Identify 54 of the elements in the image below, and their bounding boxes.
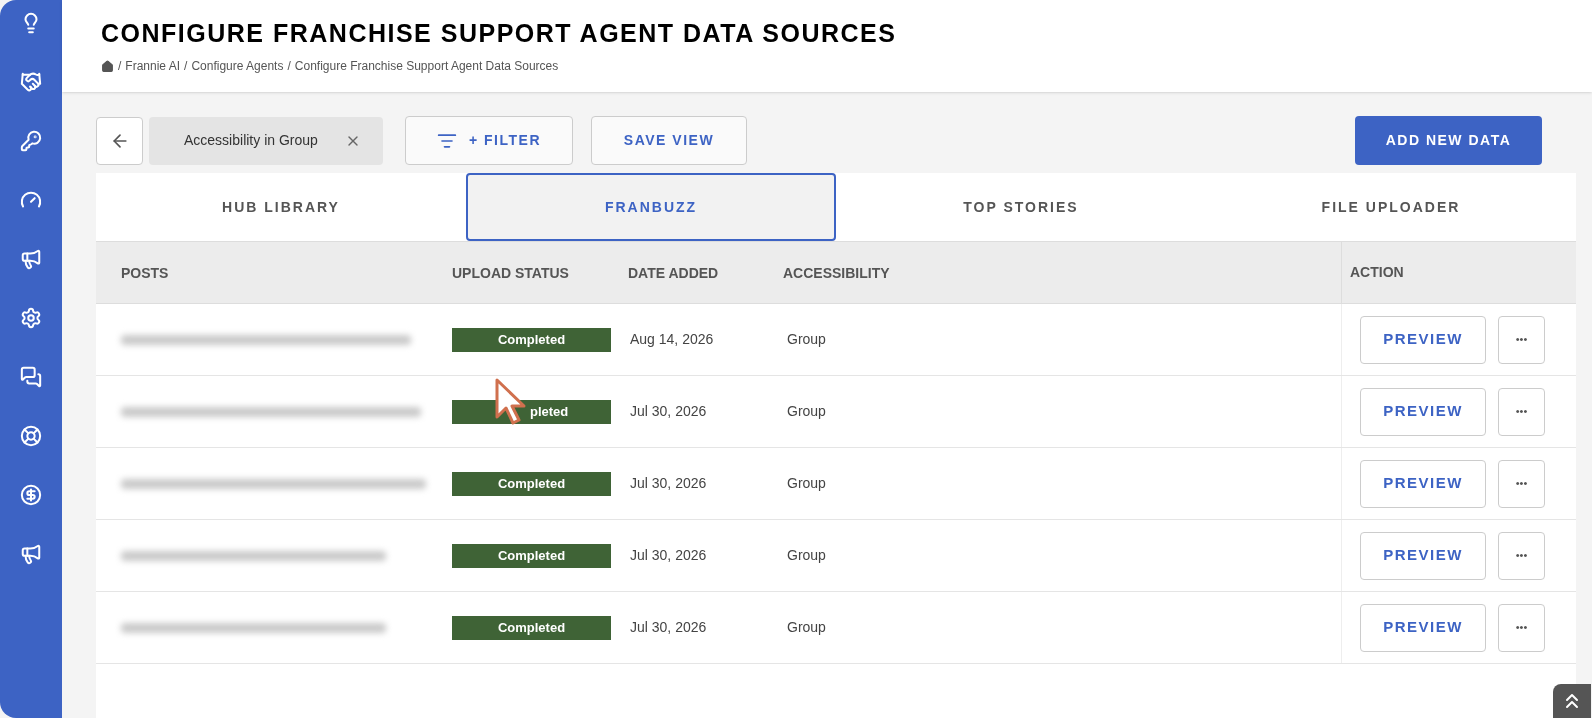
add-new-data-button[interactable]: ADD NEW DATA	[1355, 116, 1542, 165]
key-icon[interactable]	[20, 130, 42, 152]
megaphone-icon[interactable]	[20, 248, 42, 270]
status-badge: Completed	[452, 472, 611, 496]
date-cell-text: Jul 30, 2026	[629, 546, 707, 565]
column-header: ACCESSIBILITY	[783, 264, 890, 281]
tab[interactable]: HUB LIBRARY	[96, 173, 466, 241]
column-header: DATE ADDED	[628, 264, 719, 281]
preview-button[interactable]: PREVIEW	[1360, 387, 1486, 436]
status-badge: Completed	[452, 616, 611, 640]
accessibility-cell-text: Group	[786, 618, 826, 637]
status-badge: Completed	[452, 544, 611, 568]
tab[interactable]: TOP STORIES	[836, 173, 1206, 241]
filter-chip-label: Accessibility in Group	[184, 131, 318, 150]
page-title: CONFIGURE FRANCHISE SUPPORT AGENT DATA SOURCES	[101, 18, 898, 49]
column-header: ACTION	[1350, 263, 1404, 282]
tab[interactable]: FRANBUZZ	[466, 173, 836, 241]
more-button[interactable]: •••	[1498, 531, 1545, 580]
preview-button[interactable]: PREVIEW	[1360, 603, 1486, 652]
date-cell-text: Aug 14, 2026	[629, 330, 714, 349]
accessibility-cell-text: Group	[786, 330, 826, 349]
megaphone-icon[interactable]	[20, 543, 42, 565]
filter-button[interactable]: + FILTER	[405, 116, 573, 165]
more-button[interactable]: •••	[1498, 459, 1545, 508]
more-button[interactable]: •••	[1498, 603, 1545, 652]
breadcrumb-link[interactable]: Configure Agents	[191, 57, 284, 76]
back-button[interactable]	[96, 116, 143, 165]
tab[interactable]: FILE UPLOADER	[1206, 173, 1576, 241]
breadcrumb-separator: /	[184, 58, 188, 76]
more-button[interactable]: •••	[1498, 387, 1545, 436]
save-view-button[interactable]: SAVE VIEW	[591, 116, 747, 165]
home-icon[interactable]	[101, 59, 114, 73]
accessibility-cell-text: Group	[786, 546, 826, 565]
date-cell-text: Jul 30, 2026	[629, 402, 707, 421]
preview-button[interactable]: PREVIEW	[1360, 531, 1486, 580]
breadcrumb-link[interactable]: Frannie AI	[125, 57, 181, 76]
status-badge: Completed	[452, 328, 611, 352]
gear-icon[interactable]	[20, 307, 42, 329]
handshake-icon[interactable]	[20, 71, 42, 93]
preview-button[interactable]: PREVIEW	[1360, 459, 1486, 508]
column-header: UPLOAD STATUS	[452, 264, 569, 281]
scroll-to-top-button[interactable]	[1553, 684, 1591, 718]
column-header: POSTS	[121, 264, 169, 281]
lifebuoy-icon[interactable]	[20, 425, 42, 447]
more-button[interactable]: •••	[1498, 315, 1545, 364]
chat-icon[interactable]	[20, 366, 42, 388]
breadcrumb-separator: /	[287, 58, 291, 76]
breadcrumb-separator: /	[118, 58, 122, 76]
accessibility-cell-text: Group	[786, 402, 826, 421]
accessibility-cell-text: Group	[786, 474, 826, 493]
money-icon[interactable]	[20, 484, 42, 506]
date-cell-text: Jul 30, 2026	[629, 618, 707, 637]
date-cell-text: Jul 30, 2026	[629, 474, 707, 493]
preview-button[interactable]: PREVIEW	[1360, 315, 1486, 364]
